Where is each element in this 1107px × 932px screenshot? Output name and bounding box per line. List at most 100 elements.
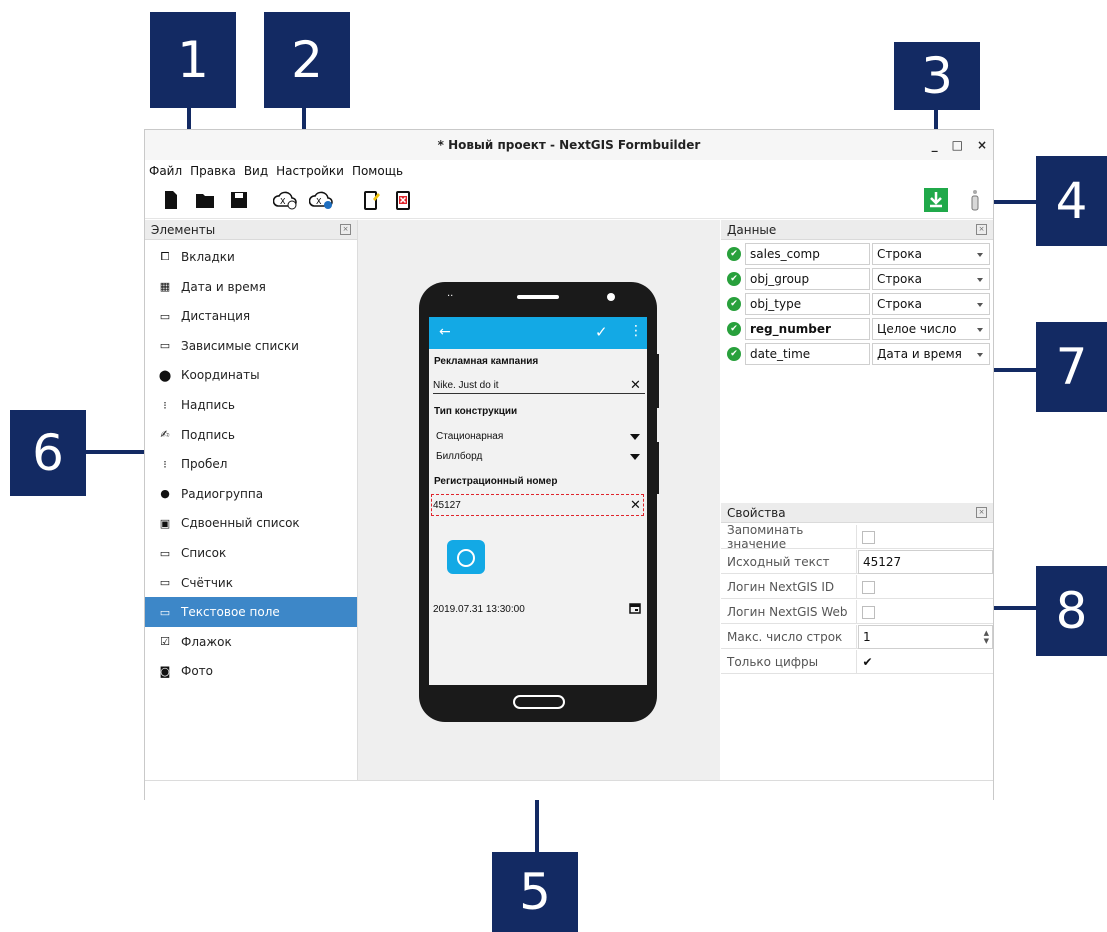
field-name-input[interactable]: date_time <box>745 343 870 365</box>
initial-text-input[interactable]: 45127 <box>858 550 993 574</box>
campaign-label: Рекламная кампания <box>434 356 539 367</box>
ngw-upload-icon[interactable]: X <box>273 190 299 210</box>
element-item[interactable]: ▭ Дистанция <box>145 301 357 331</box>
property-value: 45127 <box>863 555 902 569</box>
more-menu-icon[interactable]: ⋮ <box>629 323 643 339</box>
open-folder-icon[interactable] <box>195 190 215 210</box>
device-delete-icon[interactable] <box>393 190 413 210</box>
clear-icon[interactable]: ✕ <box>630 497 641 513</box>
field-name-input[interactable]: reg_number <box>745 318 870 340</box>
max-lines-stepper[interactable]: 1 ▲ ▼ <box>858 625 993 649</box>
double-list-icon: ▣ <box>159 516 171 530</box>
app-bar: ← ✓ ⋮ <box>429 317 647 349</box>
calendar-icon: ▦ <box>159 280 171 294</box>
close-button[interactable]: × <box>977 138 987 152</box>
menu-help[interactable]: Помощь <box>348 164 407 178</box>
element-item[interactable]: ▭ Зависимые списки <box>145 331 357 361</box>
field-type-select[interactable]: Дата и время <box>872 343 990 365</box>
minimize-button[interactable]: _ <box>932 138 938 152</box>
construction-type-value-1[interactable]: Стационарная <box>436 431 503 442</box>
calendar-icon[interactable] <box>629 602 641 614</box>
callout-7: 7 <box>1036 322 1107 412</box>
formbuilder-window: * Новый проект - NextGIS Formbuilder _ □… <box>144 129 994 800</box>
device-edit-icon[interactable] <box>361 190 381 210</box>
property-checkbox[interactable] <box>862 530 875 544</box>
download-green-icon[interactable] <box>924 188 948 212</box>
property-name: Исходный текст <box>721 550 857 574</box>
property-checkbox[interactable] <box>862 580 875 594</box>
element-item-label: Радиогруппа <box>181 486 264 501</box>
element-item[interactable]: ⬤ Координаты <box>145 360 357 390</box>
new-file-icon[interactable] <box>161 190 181 210</box>
element-item[interactable]: ▭ Счётчик <box>145 568 357 598</box>
property-name: Запоминать значение <box>721 523 857 551</box>
field-name-input[interactable]: obj_group <box>745 268 870 290</box>
element-item[interactable]: ◙ Фото <box>145 656 357 686</box>
field-type-label: Дата и время <box>877 347 962 361</box>
maximize-button[interactable]: □ <box>952 138 963 152</box>
element-item-label: Дата и время <box>181 279 266 294</box>
toolbar: X X <box>145 182 993 219</box>
element-item[interactable]: ⁝ Пробел <box>145 449 357 479</box>
element-item[interactable]: ✍ Подпись <box>145 420 357 450</box>
about-icon[interactable] <box>965 188 985 212</box>
save-icon[interactable] <box>229 190 249 210</box>
element-item[interactable]: ▭ Список <box>145 538 357 568</box>
chevron-down-icon <box>977 253 983 257</box>
property-checkbox[interactable] <box>862 605 875 619</box>
field-type-select[interactable]: Строка <box>872 268 990 290</box>
reg-number-field[interactable] <box>431 494 644 516</box>
signature-icon: ✍ <box>160 428 170 442</box>
field-type-select[interactable]: Строка <box>872 293 990 315</box>
element-item-label: Зависимые списки <box>181 338 299 353</box>
menu-view[interactable]: Вид <box>240 164 272 178</box>
element-item[interactable]: ⧠ Вкладки <box>145 242 357 272</box>
checkbox-icon: ☑ <box>160 635 170 649</box>
checkmark-icon[interactable]: ✓ <box>595 323 608 341</box>
properties-panel-title: Свойства <box>727 505 786 520</box>
menu-file[interactable]: Файл <box>145 164 186 178</box>
back-arrow-icon[interactable]: ← <box>439 324 451 340</box>
field-name-input[interactable]: obj_type <box>745 293 870 315</box>
element-item[interactable]: ▭ Текстовое поле <box>145 597 357 628</box>
element-item[interactable]: ● Радиогруппа <box>145 479 357 509</box>
close-icon[interactable]: × <box>976 507 987 518</box>
clear-icon[interactable]: ✕ <box>630 377 641 393</box>
radio-icon: ● <box>160 487 170 501</box>
menu-settings[interactable]: Настройки <box>272 164 348 178</box>
counter-icon: ▭ <box>159 576 171 590</box>
element-item[interactable]: ⁝ Надпись <box>145 390 357 420</box>
phone-screen: ← ✓ ⋮ Рекламная кампания Nike. Just do i… <box>429 317 647 685</box>
valid-check-icon: ✔ <box>727 322 741 336</box>
campaign-underline <box>433 393 645 394</box>
data-panel-header: Данные × <box>721 220 993 240</box>
camera-button[interactable] <box>447 540 485 574</box>
construction-type-value-2[interactable]: Биллборд <box>436 451 482 462</box>
space-icon: ⁝ <box>163 457 167 471</box>
campaign-value[interactable]: Nike. Just do it <box>433 380 499 391</box>
phone-mockup: ·· ← ✓ ⋮ Рекламная кампания Nike. Just d… <box>419 282 659 722</box>
element-item[interactable]: ▦ Дата и время <box>145 272 357 302</box>
field-type-select[interactable]: Строка <box>872 243 990 265</box>
property-row: Макс. число строк 1 ▲ ▼ <box>721 625 993 649</box>
element-item[interactable]: ☑ Флажок <box>145 627 357 657</box>
valid-check-icon: ✔ <box>727 272 741 286</box>
property-checkbox[interactable]: ✔ <box>862 656 873 668</box>
field-type-select[interactable]: Целое число <box>872 318 990 340</box>
close-icon[interactable]: × <box>340 224 351 235</box>
dropdown-arrow-icon[interactable] <box>630 454 640 460</box>
element-item-label: Подпись <box>181 427 235 442</box>
close-icon[interactable]: × <box>976 224 987 235</box>
field-name-input[interactable]: sales_comp <box>745 243 870 265</box>
svg-text:X: X <box>280 197 286 206</box>
ngw-download-icon[interactable]: X <box>309 190 335 210</box>
menu-edit[interactable]: Правка <box>186 164 240 178</box>
home-button[interactable] <box>513 695 565 709</box>
spin-arrows-icon[interactable]: ▲ ▼ <box>984 629 989 645</box>
element-item[interactable]: ▣ Сдвоенный список <box>145 508 357 538</box>
element-item-label: Фото <box>181 664 214 679</box>
property-name: Логин NextGIS ID <box>721 575 857 599</box>
datetime-value[interactable]: 2019.07.31 13:30:00 <box>433 604 525 615</box>
reg-number-label: Регистрационный номер <box>434 476 558 487</box>
dropdown-arrow-icon[interactable] <box>630 434 640 440</box>
